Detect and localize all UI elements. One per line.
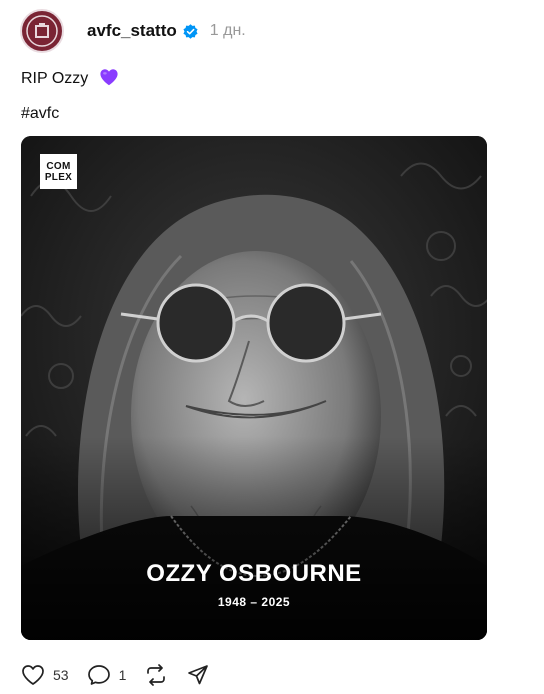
send-icon (188, 665, 209, 685)
image-years-text: 1948 – 2025 (217, 595, 291, 609)
comment-count: 1 (118, 667, 127, 683)
purple-heart-emoji-icon (100, 69, 118, 86)
post-time[interactable]: 1 дн. (210, 22, 246, 40)
verified-badge-icon (183, 23, 198, 39)
heart-icon (22, 665, 44, 685)
post-caption: RIP Ozzy (21, 68, 119, 88)
logo-line2: PLEX (44, 171, 73, 183)
hashtag-link[interactable]: #avfc (21, 105, 59, 123)
comment-icon (87, 665, 110, 685)
complex-logo: COM PLEX (40, 154, 77, 189)
post-actions: 53 1 (21, 660, 228, 690)
repost-icon (147, 664, 166, 686)
club-crest-icon (26, 15, 58, 47)
caption-text: RIP Ozzy (21, 70, 89, 87)
share-button[interactable] (186, 664, 210, 686)
avatar[interactable] (20, 9, 64, 53)
post-header: avfc_statto 1 дн. (20, 9, 246, 53)
logo-line1: COM (46, 160, 71, 172)
image-name-text: OZZY OSBOURNE (146, 560, 362, 587)
username-link[interactable]: avfc_statto (87, 21, 177, 41)
post-image[interactable]: COM PLEX OZZY OSBOURNE 1948 – 2025 (21, 136, 487, 640)
like-button[interactable]: 53 (21, 664, 69, 686)
like-count: 53 (53, 667, 69, 683)
comment-button[interactable]: 1 (87, 664, 127, 686)
repost-button[interactable] (144, 664, 168, 686)
